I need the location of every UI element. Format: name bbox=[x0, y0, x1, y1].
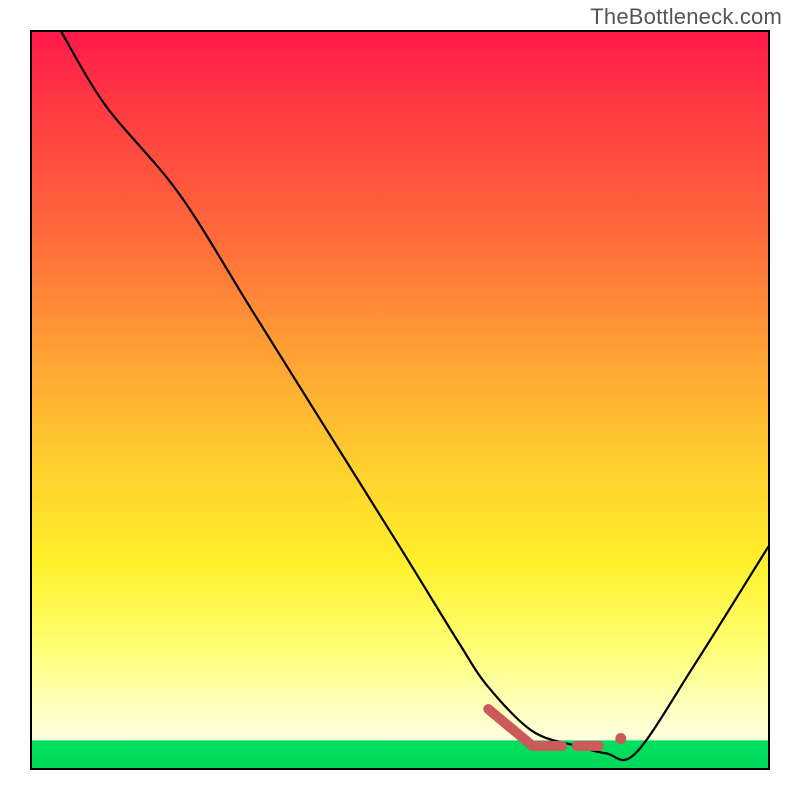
chart-svg bbox=[32, 32, 768, 768]
chart-frame: TheBottleneck.com bbox=[0, 0, 800, 800]
highlight-dot bbox=[615, 733, 626, 744]
watermark-text: TheBottleneck.com bbox=[590, 4, 782, 30]
bottleneck-curve bbox=[61, 32, 768, 760]
plot-area bbox=[30, 30, 770, 770]
